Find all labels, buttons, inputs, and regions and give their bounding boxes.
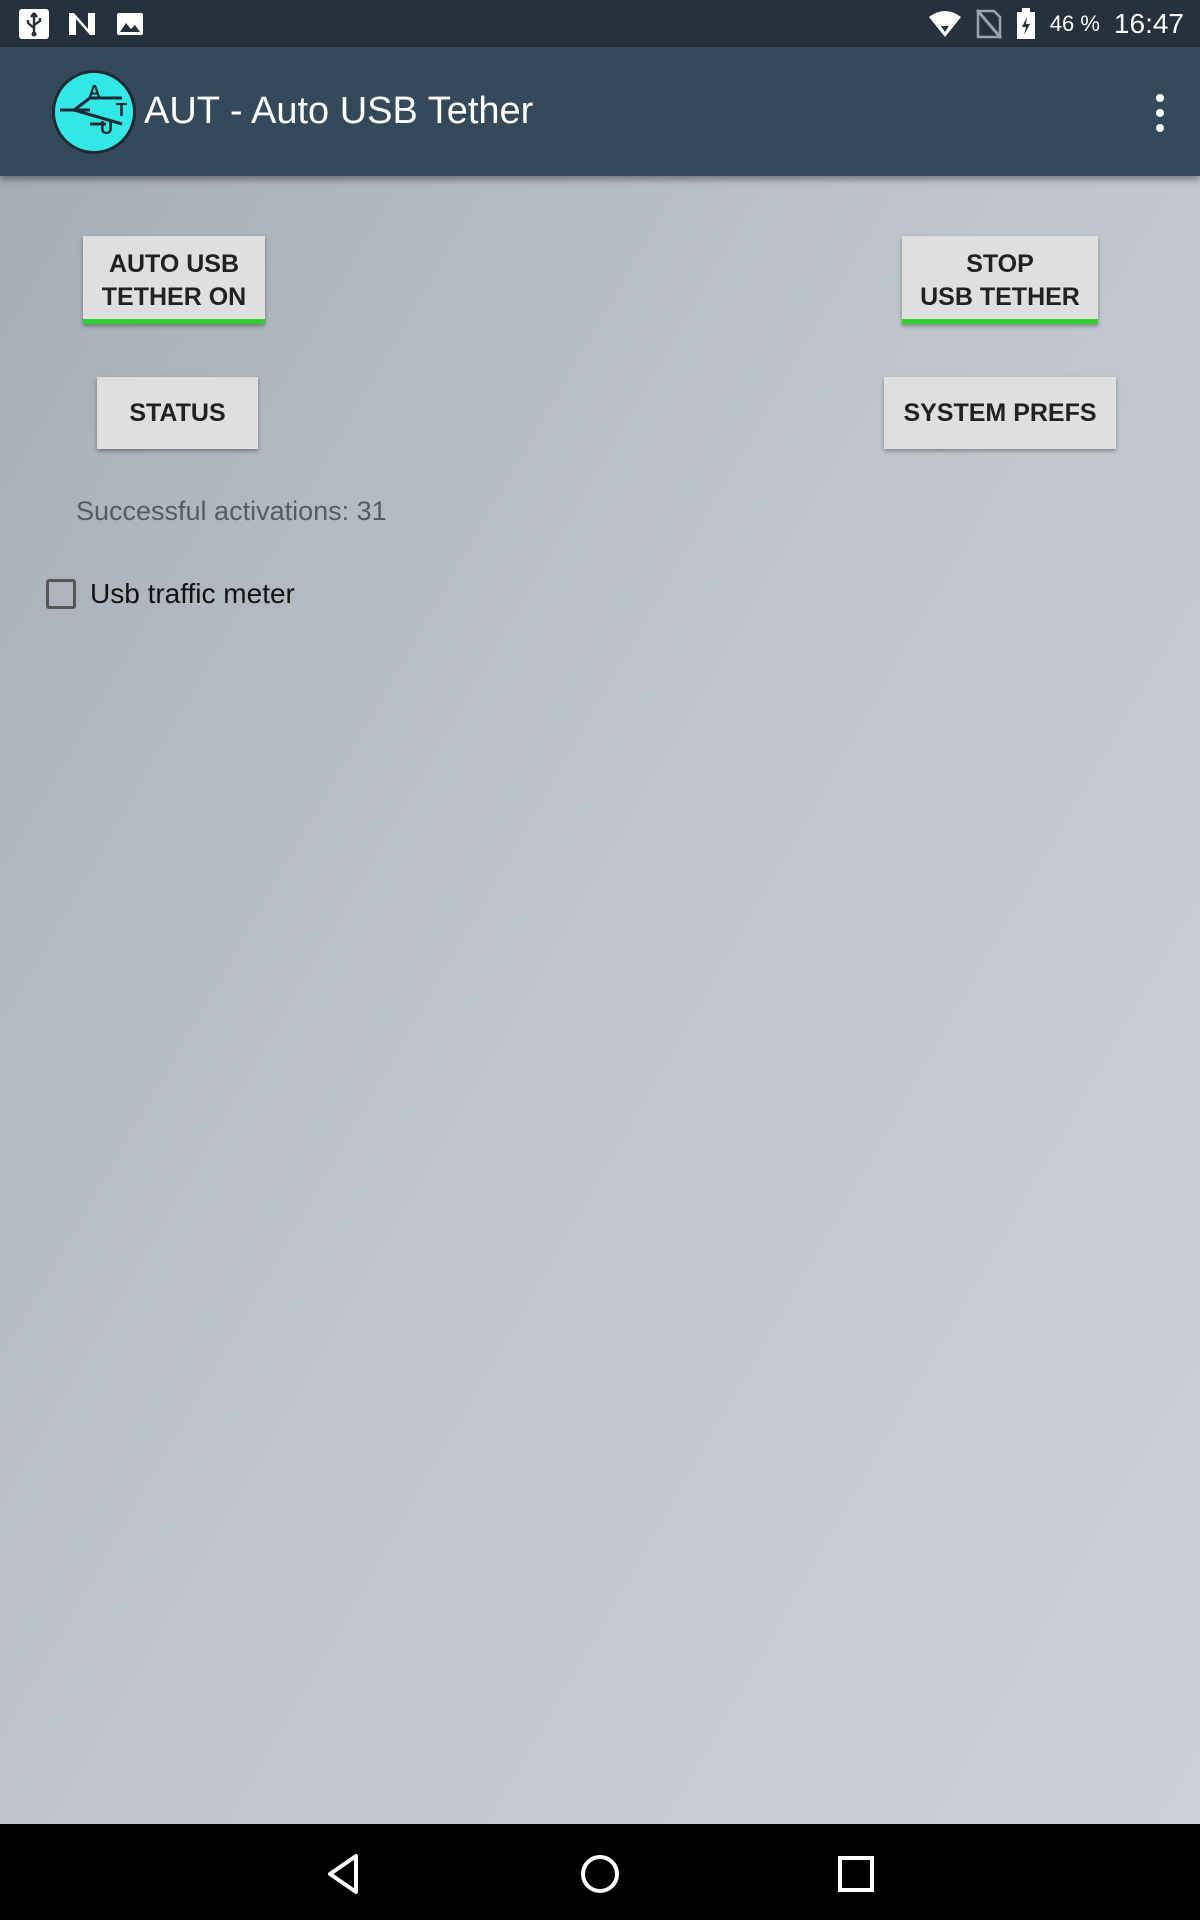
status-bar: 46 % 16:47 bbox=[0, 0, 1200, 47]
home-icon[interactable] bbox=[574, 1848, 626, 1900]
auto-usb-tether-on-label-line2: TETHER ON bbox=[101, 283, 247, 311]
auto-usb-tether-on-button[interactable]: AUTO USB TETHER ON bbox=[83, 236, 265, 324]
app-logo: A T U bbox=[52, 70, 136, 154]
usb-icon bbox=[19, 9, 49, 39]
recents-icon[interactable] bbox=[830, 1848, 882, 1900]
no-sim-icon bbox=[975, 8, 1002, 39]
usb-traffic-meter-checkbox[interactable] bbox=[46, 579, 76, 609]
nav-bar bbox=[0, 1824, 1200, 1920]
status-button[interactable]: STATUS bbox=[97, 377, 258, 449]
n-notification-icon bbox=[69, 13, 95, 35]
active-indicator bbox=[902, 319, 1098, 324]
logo-letter-u: U bbox=[100, 118, 113, 138]
clock: 16:47 bbox=[1113, 7, 1184, 39]
battery-icon bbox=[1016, 7, 1035, 39]
app-bar: A T U AUT - Auto USB Tether bbox=[0, 47, 1200, 176]
screen: 46 % 16:47 A T U AUT - Auto USB Tether A… bbox=[0, 0, 1200, 1920]
image-icon bbox=[117, 13, 143, 35]
active-indicator bbox=[83, 319, 265, 324]
logo-letter-t: T bbox=[116, 100, 127, 120]
logo-letter-a: A bbox=[88, 82, 101, 102]
main-content: AUTO USB TETHER ON STOP USB TETHER STATU… bbox=[0, 176, 1200, 1824]
stop-usb-tether-button[interactable]: STOP USB TETHER bbox=[902, 236, 1098, 324]
usb-traffic-meter-label[interactable]: Usb traffic meter bbox=[90, 578, 295, 610]
overflow-menu-icon[interactable] bbox=[1140, 83, 1180, 143]
system-prefs-button[interactable]: SYSTEM PREFS bbox=[884, 377, 1116, 449]
back-icon[interactable] bbox=[318, 1848, 370, 1900]
battery-percent: 46 % bbox=[1049, 10, 1100, 36]
usb-traffic-meter-row[interactable]: Usb traffic meter bbox=[46, 578, 295, 610]
stop-usb-tether-label-line1: STOP bbox=[966, 250, 1034, 278]
auto-usb-tether-on-label-line1: AUTO USB bbox=[108, 250, 240, 278]
activations-count: Successful activations: 31 bbox=[76, 496, 387, 526]
wifi-icon bbox=[928, 10, 961, 37]
app-title: AUT - Auto USB Tether bbox=[144, 90, 534, 132]
stop-usb-tether-label-line2: USB TETHER bbox=[920, 283, 1080, 311]
